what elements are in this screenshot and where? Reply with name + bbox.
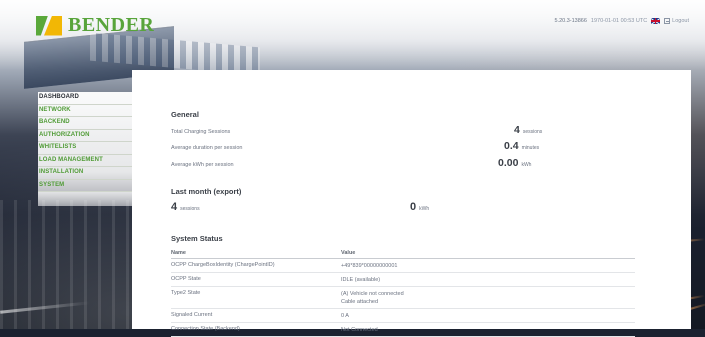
- column-header-name: Name: [171, 250, 186, 256]
- stat-unit: kWh: [521, 162, 532, 168]
- row-name: Connection State (Backend): [171, 325, 240, 332]
- stat-number: 0: [410, 201, 417, 213]
- table-row: OCPP ChargeBoxIdentity (ChargePointID) +…: [171, 259, 635, 273]
- stat-unit: minutes: [521, 145, 540, 151]
- sidebar-item-authorization[interactable]: AUTHORIZATION: [38, 130, 132, 142]
- row-name: Signaled Current: [171, 311, 213, 318]
- logout-button[interactable]: Logout: [664, 18, 689, 24]
- last-month-sessions: 4 sessions: [171, 201, 200, 213]
- value-line: 0 A: [341, 312, 349, 319]
- logo-mark-icon: [36, 15, 62, 36]
- row-value: Not Connected: [341, 326, 635, 334]
- stat-value-avg-duration: 0.4 minutes: [504, 140, 539, 152]
- system-status-table: Name Value OCPP ChargeBoxIdentity (Charg…: [171, 248, 635, 337]
- stat-unit: sessions: [180, 206, 200, 212]
- sidebar-item-backend[interactable]: BACKEND: [38, 117, 132, 130]
- stat-unit: kWh: [419, 206, 430, 212]
- table-row: OCPP State IDLE (available): [171, 273, 635, 287]
- stat-value-avg-kwh: 0.00 kWh: [498, 157, 531, 169]
- value-line: Not Connected: [341, 326, 378, 333]
- sidebar-item-dashboard[interactable]: DASHBOARD: [38, 92, 132, 105]
- top-status-bar: 5.20.3-13866 1970-01-01 00:53 UTC Logout: [554, 18, 689, 24]
- stat-unit: sessions: [522, 129, 543, 135]
- firmware-version: 5.20.3-13866: [554, 18, 587, 24]
- bender-logo: BENDER: [36, 14, 154, 37]
- logout-label: Logout: [672, 18, 689, 24]
- row-value: IDLE (available): [341, 276, 635, 284]
- stat-number: 0.00: [498, 157, 519, 169]
- column-header-value: Value: [341, 250, 356, 256]
- logo-text: BENDER: [68, 14, 155, 36]
- sidebar-nav: DASHBOARD NETWORK BACKEND AUTHORIZATION …: [38, 92, 132, 206]
- table-row: Connection State (Backend) Not Connected: [171, 323, 635, 337]
- system-status-title: System Status: [171, 234, 223, 243]
- general-title: General: [171, 110, 199, 119]
- sidebar-item-whitelists[interactable]: WHITELISTS: [38, 142, 132, 155]
- system-datetime: 1970-01-01 00:53 UTC: [590, 18, 648, 24]
- stat-label-avg-kwh: Average kWh per session: [171, 162, 234, 168]
- uk-flag-icon[interactable]: [651, 18, 661, 24]
- value-line: (A) Vehicle not connected: [341, 290, 404, 297]
- stat-number: 4: [514, 124, 520, 136]
- stat-value-total-sessions: 4 sessions: [514, 124, 542, 136]
- sidebar-item-system[interactable]: SYSTEM: [38, 180, 132, 192]
- row-name: Type2 State: [171, 289, 201, 296]
- last-month-title: Last month (export): [171, 187, 242, 196]
- value-line: Cable attached: [341, 298, 378, 305]
- sidebar-item-load-management[interactable]: LOAD MANAGEMENT: [38, 155, 132, 167]
- stat-number: 0.4: [504, 140, 519, 152]
- value-line: IDLE (available): [341, 276, 381, 283]
- table-row: Type2 State (A) Vehicle not connected Ca…: [171, 287, 635, 309]
- last-month-energy: 0 kWh: [410, 201, 429, 213]
- table-header: Name Value: [171, 248, 635, 259]
- sidebar-item-network[interactable]: NETWORK: [38, 105, 132, 117]
- row-name: OCPP State: [171, 275, 201, 282]
- row-value: +49*839*00000000001: [341, 262, 635, 270]
- stat-number: 4: [171, 201, 178, 213]
- sidebar-item-installation[interactable]: INSTALLATION: [38, 167, 132, 180]
- value-line: +49*839*00000000001: [341, 262, 398, 269]
- table-row: Signaled Current 0 A: [171, 309, 635, 323]
- stat-label-avg-duration: Average duration per session: [171, 145, 243, 151]
- dashboard-panel: General Total Charging Sessions 4 sessio…: [132, 70, 691, 337]
- stat-label-total-sessions: Total Charging Sessions: [171, 129, 231, 135]
- row-name: OCPP ChargeBoxIdentity (ChargePointID): [171, 261, 275, 268]
- row-value: (A) Vehicle not connected Cable attached: [341, 290, 635, 306]
- row-value: 0 A: [341, 312, 635, 320]
- logout-icon: [664, 18, 671, 24]
